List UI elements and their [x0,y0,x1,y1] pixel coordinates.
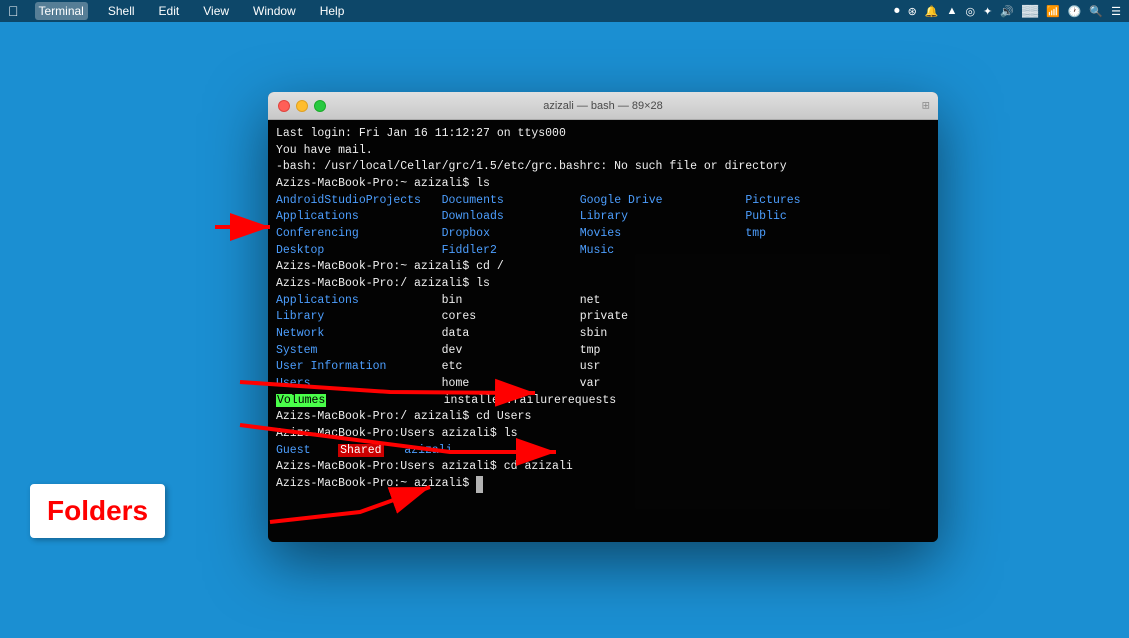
menubar-terminal[interactable]: Terminal [35,2,88,20]
terminal-title: azizali — bash — 89×28 [543,100,663,112]
terminal-titlebar: azizali — bash — 89×28 ⊞ [268,92,938,120]
search-icon[interactable]: 🔍 [1089,5,1103,18]
clock-icon: 🕐 [1068,5,1082,18]
notification-icon: 🔔 [925,5,939,18]
menubar-status-icons: ⏺ ⊛ 🔔 ▲ ◎ ✦ 🔊 ▓▓ 📶 🕐 🔍 ☰ [894,5,1121,18]
wifi-icon: 📶 [1046,5,1060,18]
traffic-lights [278,100,326,112]
menubar:  Terminal Shell Edit View Window Help ⏺… [0,0,1129,22]
term-line-final-prompt: Azizs-MacBook-Pro:~ azizali$ [276,476,930,493]
desktop: azizali — bash — 89×28 ⊞ Last login: Fri… [0,22,1129,638]
term-line-bash-error: -bash: /usr/local/Cellar/grc/1.5/etc/grc… [276,159,930,176]
terminal-content[interactable]: Last login: Fri Jan 16 11:12:27 on ttys0… [268,120,938,542]
term-line-login: Last login: Fri Jan 16 11:12:27 on ttys0… [276,126,930,143]
resize-icon: ⊞ [922,100,930,111]
facetime-icon: ◎ [965,5,975,18]
notification-center-icon[interactable]: ☰ [1111,5,1121,18]
sound-icon: 🔊 [1000,5,1014,18]
menubar-edit[interactable]: Edit [155,2,184,20]
menubar-help[interactable]: Help [316,2,349,20]
term-line-mail: You have mail. [276,143,930,160]
term-line-ls2r2: Library cores private [276,309,930,326]
term-line-ls-cmd: Azizs-MacBook-Pro:~ azizali$ ls [276,176,930,193]
term-line-ls2r1: Applications bin net [276,293,930,310]
menubar-view[interactable]: View [199,2,233,20]
record-icon: ⏺ [894,5,900,18]
term-line-ls1r3: Conferencing Dropbox Movies tmp [276,226,930,243]
term-line-cd-azizali: Azizs-MacBook-Pro:Users azizali$ cd aziz… [276,459,930,476]
menubar-window[interactable]: Window [249,2,300,20]
terminal-window: azizali — bash — 89×28 ⊞ Last login: Fri… [268,92,938,542]
term-line-cd-root: Azizs-MacBook-Pro:~ azizali$ cd / [276,259,930,276]
maximize-button[interactable] [314,100,326,112]
term-line-ls2r3: Network data sbin [276,326,930,343]
term-line-cd-users: Azizs-MacBook-Pro:/ azizali$ cd Users [276,409,930,426]
term-line-users-list: Guest Shared azizali [276,443,930,460]
term-line-ls1r2: Applications Downloads Library Public [276,209,930,226]
menubar-shell[interactable]: Shell [104,2,139,20]
bluetooth-icon: ⊛ [908,5,917,18]
battery-icon: ▓▓ [1022,5,1038,17]
term-line-ls2r7: Volumes installer.failurerequests [276,393,930,410]
term-line-ls1r1: AndroidStudioProjects Documents Google D… [276,193,930,210]
apple-menu[interactable]:  [8,3,19,19]
minimize-button[interactable] [296,100,308,112]
term-line-ls2r6: Users home var [276,376,930,393]
term-line-ls1r4: Desktop Fiddler2 Music [276,243,930,260]
folders-label: Folders [30,484,165,538]
term-line-ls2-cmd: Azizs-MacBook-Pro:/ azizali$ ls [276,276,930,293]
term-line-ls2r5: User Information etc usr [276,359,930,376]
share-icon: ▲ [947,5,958,17]
term-line-ls2r4: System dev tmp [276,343,930,360]
dropbox-icon: ✦ [983,5,992,18]
term-line-ls3-cmd: Azizs-MacBook-Pro:Users azizali$ ls [276,426,930,443]
close-button[interactable] [278,100,290,112]
